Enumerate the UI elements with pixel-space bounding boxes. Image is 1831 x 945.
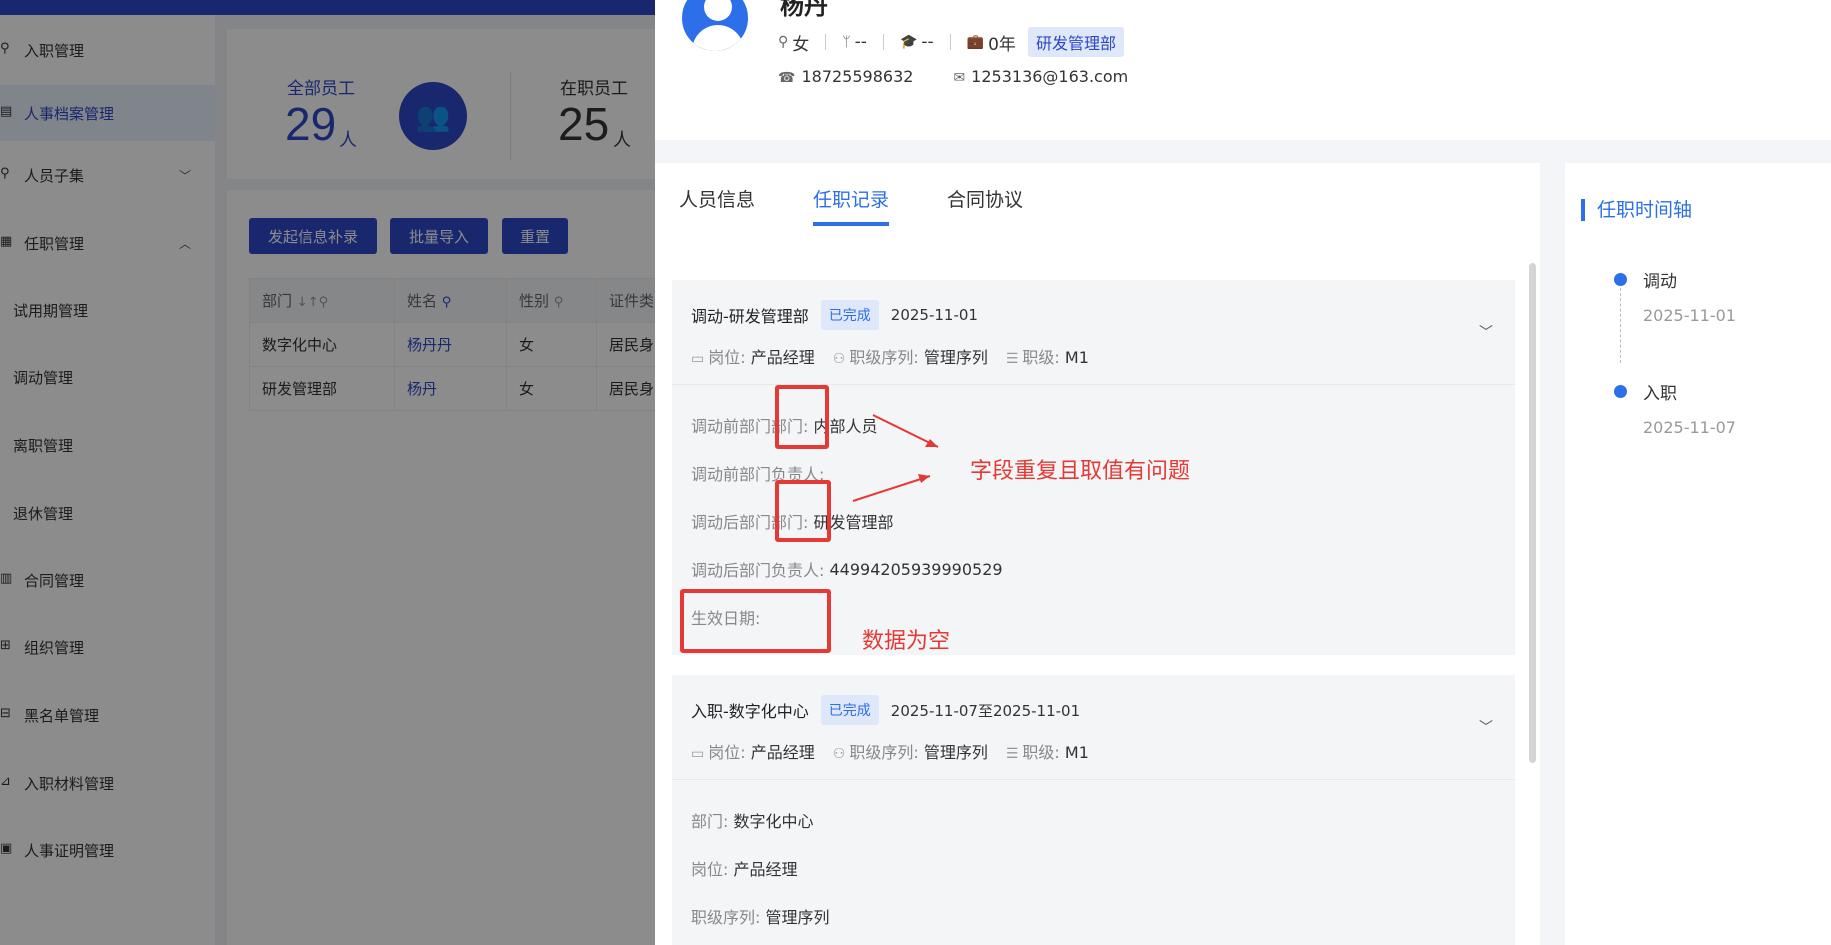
record-card: 入职-数字化中心 已完成 2025-11-07至2025-11-01 ▭ 岗位: … bbox=[672, 675, 1515, 945]
annotation-arrows bbox=[852, 414, 939, 502]
profile-meta: ⚲ 女 ᛘ -- 🎓 -- 💼 0年 研发管理部 bbox=[778, 27, 1124, 57]
modal-overlay[interactable] bbox=[0, 0, 655, 945]
position-timeline: 任职时间轴 调动 2025-11-01 入职 2025-11-07 bbox=[1565, 163, 1831, 945]
record-header[interactable]: 入职-数字化中心 已完成 2025-11-07至2025-11-01 ▭ 岗位: … bbox=[672, 675, 1515, 780]
phone-icon: ☎ bbox=[778, 70, 796, 86]
profile-contact: ☎ 18725598632 ✉ 1253136@163.com bbox=[778, 67, 1129, 86]
tab-panel: 人员信息 任职记录 合同协议 调动-研发管理部 已完成 2025-11-01 ▭… bbox=[655, 163, 1540, 945]
field-row: 职级序列: 管理序列 bbox=[691, 908, 830, 927]
timeline-dot bbox=[1614, 385, 1627, 398]
timeline-connector bbox=[1620, 288, 1621, 363]
graduation-cap-icon: 🎓 bbox=[899, 34, 918, 50]
status-badge: 已完成 bbox=[820, 695, 879, 725]
avatar bbox=[679, 0, 751, 54]
department-tag: 研发管理部 bbox=[1027, 27, 1124, 57]
timeline-dot bbox=[1614, 273, 1627, 286]
employee-detail-drawer: 杨丹 ⚲ 女 ᛘ -- 🎓 -- 💼 0年 研发管理部 ☎ 18725598632 ✉ 12… bbox=[655, 0, 1831, 945]
timeline-event-date: 2025-11-07 bbox=[1643, 418, 1736, 437]
gender-icon: ⚲ bbox=[778, 34, 789, 50]
timeline-event-label: 入职 bbox=[1643, 384, 1677, 404]
briefcase-icon: 💼 bbox=[966, 34, 985, 50]
chevron-down-icon[interactable]: ﹀ bbox=[1479, 717, 1493, 737]
record-details: 部门: 数字化中心 岗位: 产品经理 职级序列: 管理序列 bbox=[672, 780, 1515, 940]
field-row: 岗位: 产品经理 bbox=[691, 860, 798, 879]
annotation-empty-note: 数据为空 bbox=[862, 629, 951, 654]
sprout-icon: ᛘ bbox=[842, 34, 851, 50]
employee-name: 杨丹 bbox=[780, 0, 828, 20]
timeline-event-label: 调动 bbox=[1643, 272, 1677, 292]
annotation-duplicate-note: 字段重复且取值有问题 bbox=[970, 459, 1191, 484]
list-icon: ☰ bbox=[1005, 746, 1019, 762]
record-date: 2025-11-07至2025-11-01 bbox=[890, 701, 1081, 720]
mail-icon: ✉ bbox=[953, 70, 966, 86]
timeline-title: 任职时间轴 bbox=[1581, 199, 1692, 221]
profile-header: 杨丹 ⚲ 女 ᛘ -- 🎓 -- 💼 0年 研发管理部 ☎ 18725598632 ✉ 12… bbox=[655, 0, 1831, 140]
user-settings-icon: ⚇ bbox=[832, 746, 846, 762]
timeline-event-date: 2025-11-01 bbox=[1643, 306, 1736, 325]
field-row: 部门: 数字化中心 bbox=[691, 812, 814, 831]
record-title: 入职-数字化中心 bbox=[691, 702, 809, 721]
briefcase-icon: ▭ bbox=[691, 746, 705, 762]
